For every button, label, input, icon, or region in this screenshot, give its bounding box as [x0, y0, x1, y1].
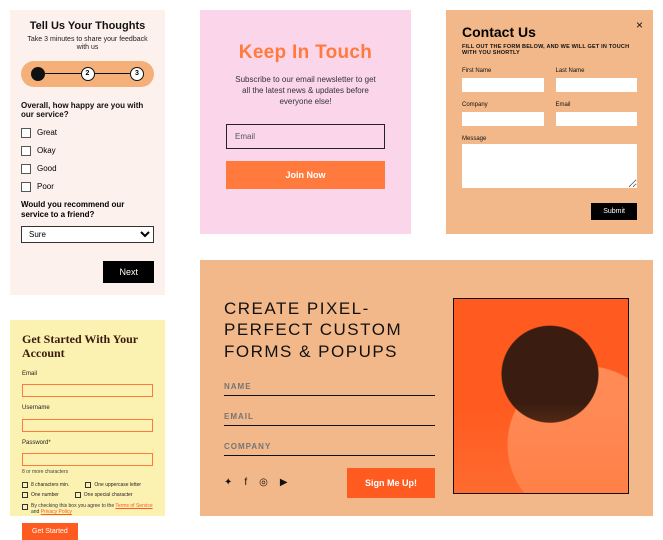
tos-checkbox[interactable]: [22, 504, 28, 510]
account-card: Get Started With Your Account Email User…: [10, 320, 165, 516]
survey-card: Tell Us Your Thoughts Take 3 minutes to …: [10, 10, 165, 295]
youtube-icon[interactable]: ▶: [280, 477, 288, 488]
close-icon[interactable]: ×: [636, 18, 643, 32]
contact-title: Contact Us: [462, 24, 637, 40]
survey-q2: Would you recommend our service to a fri…: [21, 200, 154, 219]
acct-password-label: Password*: [22, 440, 153, 446]
account-title: Get Started With Your Account: [22, 332, 153, 361]
tos-row: By checking this box you agree to the Te…: [22, 503, 153, 515]
submit-button[interactable]: Submit: [591, 203, 637, 220]
message-input[interactable]: [462, 144, 637, 188]
contact-card: × Contact Us FILL OUT THE FORM BELOW, AN…: [446, 10, 653, 234]
email-input[interactable]: [556, 112, 638, 126]
social-row: ✦ f ◎ ▶: [224, 477, 288, 488]
instagram-icon[interactable]: ◎: [259, 477, 268, 488]
first-name-input[interactable]: [462, 78, 544, 92]
step-2[interactable]: 2: [81, 67, 95, 81]
survey-q1: Overall, how happy are you with our serv…: [21, 101, 154, 120]
tos-link[interactable]: Terms of Service: [115, 503, 152, 509]
survey-subtitle: Take 3 minutes to share your feedback wi…: [21, 36, 154, 53]
checkbox-icon: [85, 482, 91, 488]
company-input[interactable]: [462, 112, 544, 126]
message-label: Message: [462, 136, 637, 142]
kit-body: Subscribe to our email newsletter to get…: [232, 74, 379, 108]
email-label: Email: [556, 102, 638, 108]
checkbox-icon: [22, 482, 28, 488]
kit-title: Keep In Touch: [226, 42, 385, 64]
twitter-icon[interactable]: ✦: [224, 477, 232, 488]
facebook-icon[interactable]: f: [244, 477, 247, 488]
option-great[interactable]: Great: [21, 128, 154, 138]
checkbox-icon: [75, 492, 81, 498]
pp-name-input[interactable]: [224, 378, 435, 396]
keep-in-touch-card: Keep In Touch Subscribe to our email new…: [200, 10, 411, 234]
pp-headline: CREATE PIXEL-PERFECT CUSTOM FORMS & POPU…: [224, 298, 435, 362]
option-okay[interactable]: Okay: [21, 146, 154, 156]
contact-subtitle: FILL OUT THE FORM BELOW, AND WE WILL GET…: [462, 44, 637, 56]
checkbox-icon[interactable]: [21, 182, 31, 192]
company-label: Company: [462, 102, 544, 108]
kit-email-input[interactable]: Email: [226, 124, 385, 149]
last-name-input[interactable]: [556, 78, 638, 92]
survey-title: Tell Us Your Thoughts: [21, 20, 154, 32]
pixel-perfect-card: CREATE PIXEL-PERFECT CUSTOM FORMS & POPU…: [200, 260, 653, 516]
password-hint: 8 or more characters: [22, 469, 153, 475]
next-button[interactable]: Next: [103, 261, 154, 283]
recommend-select[interactable]: Sure: [21, 226, 154, 243]
checkbox-icon[interactable]: [21, 164, 31, 174]
pp-company-input[interactable]: [224, 438, 435, 456]
step-indicator: 1 2 3: [21, 61, 154, 87]
checkbox-icon: [22, 492, 28, 498]
first-name-label: First Name: [462, 68, 544, 74]
join-now-button[interactable]: Join Now: [226, 161, 385, 189]
acct-password-input[interactable]: [22, 453, 153, 466]
sign-me-up-button[interactable]: Sign Me Up!: [347, 468, 435, 498]
step-3[interactable]: 3: [130, 67, 144, 81]
hero-image: [453, 298, 629, 494]
privacy-link[interactable]: Privacy Policy: [41, 509, 72, 515]
acct-username-input[interactable]: [22, 419, 153, 432]
checkbox-icon[interactable]: [21, 128, 31, 138]
acct-email-input[interactable]: [22, 384, 153, 397]
acct-email-label: Email: [22, 371, 153, 377]
last-name-label: Last Name: [556, 68, 638, 74]
step-1[interactable]: 1: [31, 67, 45, 81]
pp-email-input[interactable]: [224, 408, 435, 426]
option-good[interactable]: Good: [21, 164, 154, 174]
checkbox-icon[interactable]: [21, 146, 31, 156]
acct-username-label: Username: [22, 405, 153, 411]
password-reqs: 8 characters min. One uppercase letter O…: [22, 482, 153, 498]
option-poor[interactable]: Poor: [21, 182, 154, 192]
